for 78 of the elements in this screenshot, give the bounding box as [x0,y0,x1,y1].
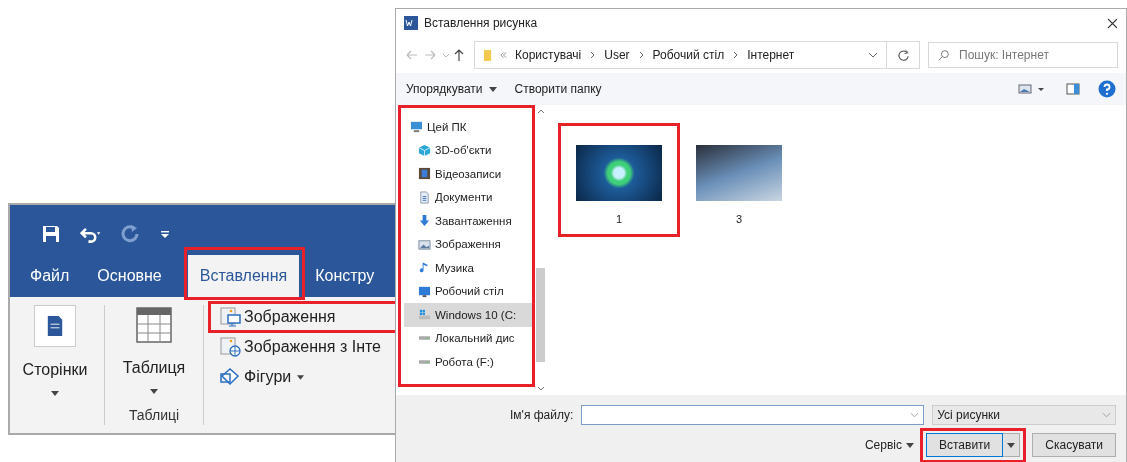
scrollbar-thumb[interactable] [536,268,545,362]
save-icon[interactable] [40,224,62,244]
table-icon [134,305,174,345]
ribbon-tab[interactable]: Констру [303,255,387,297]
cancel-button[interactable]: Скасувати [1032,433,1116,457]
ribbon-tab[interactable]: Вставлення [187,255,300,297]
caret-icon [1007,442,1016,448]
download-icon [418,214,431,228]
insert-dropdown-button[interactable] [1003,433,1021,457]
nav-item[interactable]: Робота (F:) [404,350,533,374]
nav-item[interactable]: Windows 10 (C: [404,303,533,327]
double-chevron-icon[interactable] [500,51,507,59]
page-icon [46,315,64,337]
insert-button[interactable]: Вставити [925,433,1004,457]
breadcrumb[interactable]: Інтернет [747,48,795,62]
close-icon[interactable] [1107,17,1118,29]
search-field[interactable]: Пошук: Інтернет [928,42,1118,68]
pictures-icon [418,237,431,251]
group-label: Таблиці [128,407,180,423]
caret-icon [297,374,305,380]
filename-field[interactable] [581,405,925,425]
search-icon [938,49,950,61]
new-folder-button[interactable]: Створити папку [514,82,602,96]
navigation-arrows-icon[interactable] [404,48,466,62]
desktop-icon [418,284,431,298]
filename-label: Ім'я файлу: [510,408,574,422]
ribbon-command[interactable]: Зображення з Інте [220,335,381,359]
shapes-icon [220,366,242,388]
folder-icon [483,48,492,62]
file-type-dropdown[interactable]: Усі рисунки [932,405,1116,425]
system-drive-icon [418,308,431,322]
nav-item[interactable]: 3D-об'єкти [404,138,533,162]
table-button[interactable]: Таблиця [115,305,193,394]
file-item[interactable]: 3 [682,123,796,231]
chevron-down-icon[interactable] [868,52,878,58]
video-icon [418,167,431,181]
organize-menu[interactable]: Упорядкувати [406,82,483,96]
document-icon [418,190,431,204]
pages-button[interactable]: Сторінки [16,305,94,433]
online-picture-icon [220,336,242,358]
ribbon-tab[interactable]: Основне [85,255,174,297]
drive-icon [418,335,431,342]
scroll-down-icon[interactable] [536,386,545,391]
window-title: Вставлення рисунка [424,16,538,30]
scroll-up-icon[interactable] [536,109,545,114]
cube-icon [418,143,431,157]
nav-item[interactable]: Документи [404,185,533,209]
caret-icon [150,389,158,394]
chevron-down-icon [1102,412,1111,418]
breadcrumb[interactable]: Робочий стіл [652,48,725,62]
nav-item[interactable]: Завантаження [404,209,533,233]
help-icon[interactable] [1098,80,1116,98]
nav-item[interactable]: Цей ПК [404,115,533,139]
caret-icon [51,391,59,396]
chevron-right-icon[interactable] [589,51,597,59]
nav-item[interactable]: Зображення [404,232,533,256]
drive-icon [418,358,431,365]
chevron-right-icon[interactable] [637,51,645,59]
chevron-right-icon[interactable] [732,51,740,59]
pc-icon [410,120,423,134]
caret-icon [905,442,914,448]
ribbon-tab[interactable]: Файл [18,255,82,297]
breadcrumb[interactable]: User [604,48,630,62]
word-app-icon [404,16,418,30]
nav-item[interactable]: Робочий стіл [404,279,533,303]
tools-menu[interactable]: Сервіс [864,438,902,452]
nav-item[interactable]: Відеозаписи [404,162,533,186]
ribbon-command[interactable]: Зображення [220,305,381,329]
breadcrumb[interactable]: Користувачі [515,48,582,62]
nav-item[interactable]: Музика [404,256,533,280]
preview-pane-icon[interactable] [1066,82,1080,96]
nav-item[interactable]: Локальний дис [404,326,533,350]
address-bar[interactable]: Користувачі User Робочий стіл Інтернет [474,41,920,69]
picture-icon [220,306,242,328]
ribbon-command[interactable]: Фігури [220,365,381,389]
caret-icon [488,86,497,92]
file-item[interactable]: 1 [562,123,676,231]
customize-icon[interactable] [160,229,170,239]
